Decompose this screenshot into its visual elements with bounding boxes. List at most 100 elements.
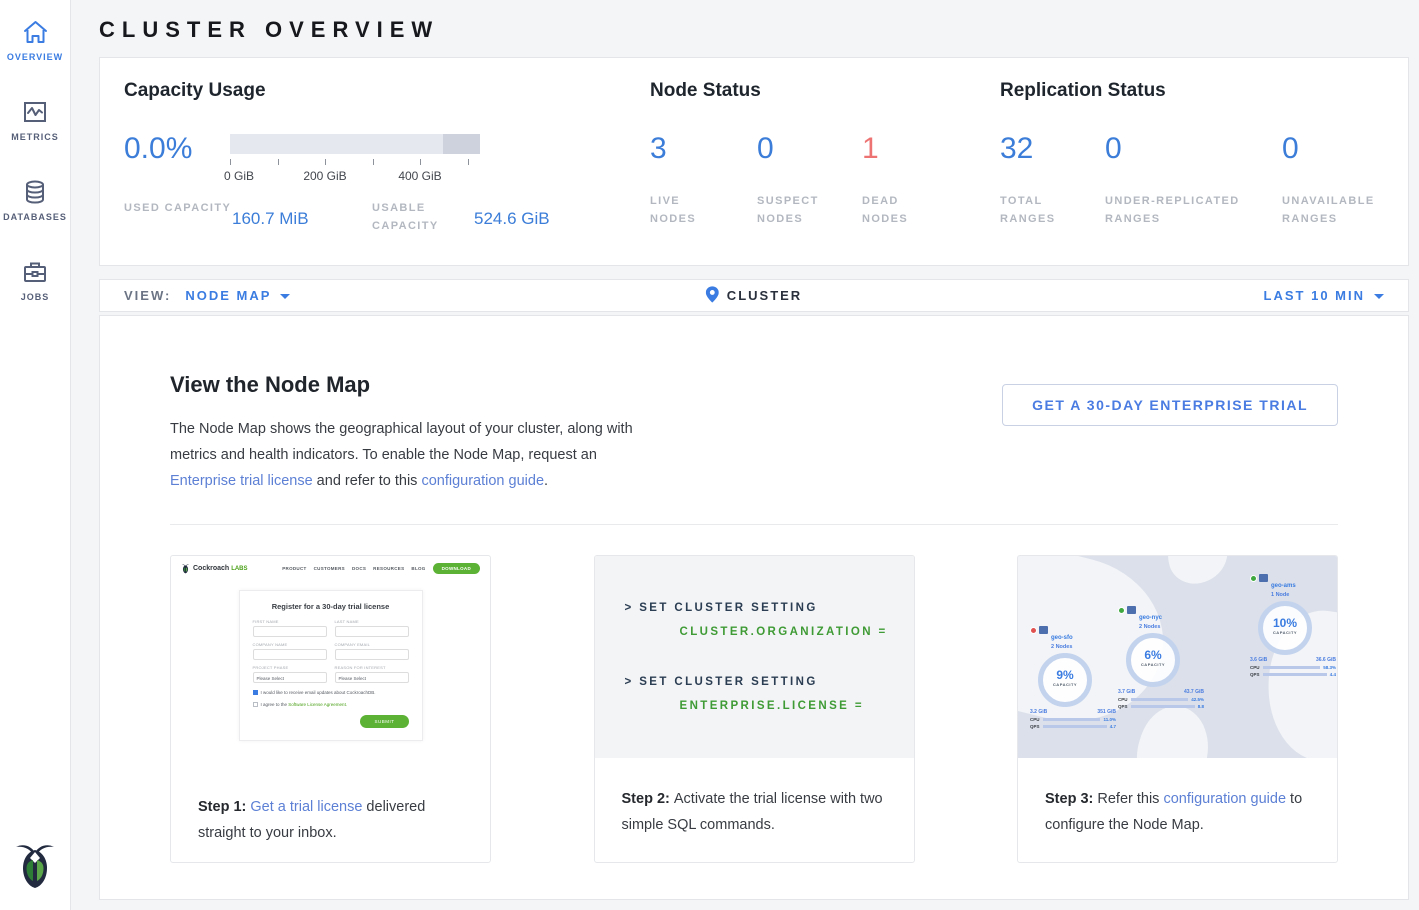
view-bar: VIEW: NODE MAP CLUSTER LAST 10 MIN xyxy=(99,279,1409,312)
map-node-geo-sfo: geo-sfo2 Nodes 9%CAPACITY 3.2 GiB351 GiB… xyxy=(1030,626,1116,729)
map-pin-icon xyxy=(706,286,727,306)
mock-form-title: Register for a 30-day trial license xyxy=(253,602,409,611)
brand-suffix: LABS xyxy=(231,566,247,572)
enterprise-trial-license-link[interactable]: Enterprise trial license xyxy=(170,473,313,489)
description-text: The Node Map shows the geographical layo… xyxy=(170,421,633,463)
capacity-gauge: 0 GiB 200 GiB 400 GiB xyxy=(230,134,480,184)
breadcrumb[interactable]: CLUSTER xyxy=(706,286,802,306)
live-nodes-stat: 3 LIVE NODES xyxy=(650,132,757,228)
sidebar-item-metrics[interactable]: METRICS xyxy=(0,80,70,160)
suspect-nodes-label: SUSPECT NODES xyxy=(757,192,837,228)
configuration-guide-link[interactable]: configuration guide xyxy=(1163,791,1286,807)
tick-label-0: 0 GiB xyxy=(224,169,254,183)
node-status-dot xyxy=(1030,627,1037,634)
chevron-down-icon xyxy=(280,294,290,304)
unavailable-ranges-stat: 0 UNAVAILABLE RANGES xyxy=(1282,132,1392,228)
sidebar-item-label: DATABASES xyxy=(3,212,67,222)
usable-capacity-value: 524.6 GiB xyxy=(474,199,614,235)
step1-caption: Step 1: Get a trial license delivered st… xyxy=(171,744,490,846)
node-map-title: View the Node Map xyxy=(170,372,650,398)
home-icon xyxy=(22,19,49,45)
tick-label-200: 200 GiB xyxy=(303,169,346,183)
sidebar-item-databases[interactable]: DATABASES xyxy=(0,160,70,240)
step3-card: geo-sfo2 Nodes 9%CAPACITY 3.2 GiB351 GiB… xyxy=(1017,555,1338,863)
live-nodes-label: LIVE NODES xyxy=(650,192,720,228)
capacity-percent: 0.0% xyxy=(124,132,230,184)
sidebar-item-label: OVERVIEW xyxy=(7,52,63,62)
replication-status-section: Replication Status 32 TOTAL RANGES 0 UND… xyxy=(1000,80,1408,265)
time-range-value: LAST 10 MIN xyxy=(1264,288,1365,303)
sql-code-block: > SET CLUSTER SETTING CLUSTER.ORGANIZATI… xyxy=(595,556,914,758)
mock-nav-item: DOCS xyxy=(352,566,366,571)
mock-download-button: DOWNLOAD xyxy=(433,563,480,574)
brand-name: Cockroach xyxy=(193,565,229,572)
metrics-icon xyxy=(22,99,48,125)
used-capacity-label: USED CAPACITY xyxy=(124,199,232,235)
node-cube-icon xyxy=(1259,574,1268,582)
under-replicated-ranges-value: 0 xyxy=(1105,132,1282,166)
node-map-panel: View the Node Map The Node Map shows the… xyxy=(99,315,1409,900)
capacity-usage-section: Capacity Usage 0.0% 0 GiB 200 GiB 400 Gi… xyxy=(124,80,650,265)
main-content: CLUSTER OVERVIEW Capacity Usage 0.0% 0 G… xyxy=(72,0,1419,910)
sql-setting: ENTERPRISE.LICENSE = xyxy=(680,700,914,712)
replication-status-title: Replication Status xyxy=(1000,80,1408,102)
suspect-nodes-value: 0 xyxy=(757,132,862,166)
divider xyxy=(170,524,1338,525)
enterprise-trial-button[interactable]: GET A 30-DAY ENTERPRISE TRIAL xyxy=(1002,384,1338,426)
breadcrumb-label: CLUSTER xyxy=(727,288,802,303)
sql-setting: CLUSTER.ORGANIZATION = xyxy=(680,626,914,638)
configuration-guide-link[interactable]: configuration guide xyxy=(421,473,544,489)
databases-icon xyxy=(22,179,48,205)
map-node-geo-ams: geo-ams1 Node 10%CAPACITY 3.6 GiB36.6 Gi… xyxy=(1250,574,1336,677)
total-ranges-label: TOTAL RANGES xyxy=(1000,192,1070,228)
sidebar-item-jobs[interactable]: JOBS xyxy=(0,240,70,320)
step3-caption: Step 3: Refer this configuration guide t… xyxy=(1018,758,1337,838)
dead-nodes-value: 1 xyxy=(862,132,922,166)
node-map-description: The Node Map shows the geographical layo… xyxy=(170,416,650,494)
usable-capacity-label: USABLE CAPACITY xyxy=(372,199,474,235)
total-ranges-value: 32 xyxy=(1000,132,1105,166)
description-text: . xyxy=(544,473,548,489)
mock-submit-button: SUBMIT xyxy=(360,715,408,728)
sql-statement: > SET CLUSTER SETTING xyxy=(625,676,914,688)
unavailable-ranges-label: UNAVAILABLE RANGES xyxy=(1282,192,1392,228)
capacity-gauge-bar xyxy=(230,134,480,154)
mock-nav-item: PRODUCT xyxy=(282,566,306,571)
unavailable-ranges-value: 0 xyxy=(1282,132,1392,166)
page-title: CLUSTER OVERVIEW xyxy=(99,0,1409,57)
node-status-dot xyxy=(1118,607,1125,614)
used-capacity-value: 160.7 MiB xyxy=(232,199,372,235)
step2-caption: Step 2: Activate the trial license with … xyxy=(595,758,914,838)
view-label: VIEW: xyxy=(124,288,171,303)
under-replicated-ranges-stat: 0 UNDER-REPLICATED RANGES xyxy=(1105,132,1282,228)
mock-nav-item: RESOURCES xyxy=(373,566,404,571)
sidebar: OVERVIEW METRICS DATABASES xyxy=(0,0,71,910)
total-ranges-stat: 32 TOTAL RANGES xyxy=(1000,132,1105,228)
tick-label-400: 400 GiB xyxy=(398,169,441,183)
node-status-section: Node Status 3 LIVE NODES 0 SUSPECT NODES… xyxy=(650,80,1000,265)
mock-nav-item: CUSTOMERS xyxy=(314,566,345,571)
chevron-down-icon xyxy=(1374,294,1384,304)
node-status-dot xyxy=(1250,575,1257,582)
cluster-summary-card: Capacity Usage 0.0% 0 GiB 200 GiB 400 Gi… xyxy=(99,57,1409,266)
mock-nav-item: BLOG xyxy=(411,566,425,571)
sidebar-item-label: JOBS xyxy=(21,292,50,302)
node-cube-icon xyxy=(1127,606,1136,614)
view-selector-value: NODE MAP xyxy=(185,288,271,303)
dead-nodes-stat: 1 DEAD NODES xyxy=(862,132,922,228)
live-nodes-value: 3 xyxy=(650,132,757,166)
time-range-dropdown[interactable]: LAST 10 MIN xyxy=(1264,288,1384,303)
node-cube-icon xyxy=(1039,626,1048,634)
registration-page-thumbnail: Cockroach LABS PRODUCT CUSTOMERS DOCS RE… xyxy=(171,556,490,744)
description-text: and refer to this xyxy=(313,473,422,489)
dead-nodes-label: DEAD NODES xyxy=(862,192,922,228)
under-replicated-ranges-label: UNDER-REPLICATED RANGES xyxy=(1105,192,1270,228)
view-selector-dropdown[interactable]: NODE MAP xyxy=(185,288,290,303)
cockroach-labs-logo: Cockroach LABS xyxy=(181,563,248,574)
get-trial-license-link[interactable]: Get a trial license xyxy=(250,799,362,815)
briefcase-icon xyxy=(22,259,48,285)
sidebar-item-overview[interactable]: OVERVIEW xyxy=(0,0,70,80)
sql-statement: > SET CLUSTER SETTING xyxy=(625,602,914,614)
node-status-title: Node Status xyxy=(650,80,1000,102)
capacity-usage-title: Capacity Usage xyxy=(124,80,650,102)
